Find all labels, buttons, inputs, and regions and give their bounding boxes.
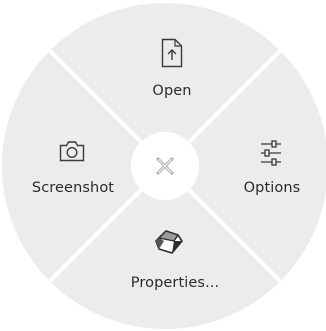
menu-item-options-label: Options xyxy=(243,180,301,196)
sliders-icon xyxy=(260,140,282,166)
radial-menu: Open Options Properties... Screenshot xyxy=(0,0,326,331)
menu-item-screenshot-label: Screenshot xyxy=(31,180,115,196)
camera-icon xyxy=(59,140,85,162)
file-upload-icon xyxy=(161,38,183,68)
menu-item-open-label: Open xyxy=(152,83,192,99)
cube-icon xyxy=(154,229,184,255)
close-icon[interactable] xyxy=(155,156,175,176)
menu-item-properties-label: Properties... xyxy=(130,275,220,291)
